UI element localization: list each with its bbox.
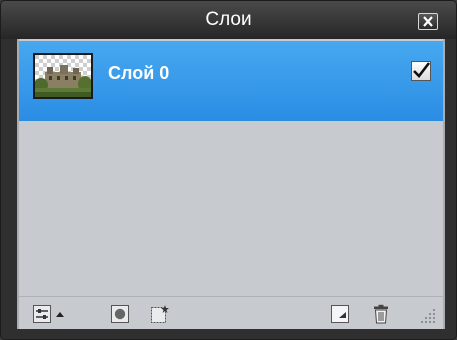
panel-titlebar[interactable]: Слои xyxy=(1,1,456,39)
layers-panel: Слои Слой 0 xyxy=(0,0,457,340)
add-layer-mask-button[interactable] xyxy=(110,304,130,324)
layer-row[interactable]: Слой 0 xyxy=(19,41,443,121)
layers-empty-area[interactable] xyxy=(19,121,443,297)
delete-layer-icon xyxy=(374,304,388,324)
options-menu-arrow[interactable] xyxy=(54,304,66,324)
panel-toolbar xyxy=(19,297,443,329)
adjustment-layer-icon xyxy=(151,305,169,323)
layer-options-button[interactable] xyxy=(32,304,52,324)
checkmark-icon xyxy=(413,62,431,78)
layer-options-icon xyxy=(33,305,51,323)
delete-layer-button[interactable] xyxy=(371,304,391,324)
layer-thumbnail xyxy=(33,53,93,99)
panel-title: Слои xyxy=(205,9,252,30)
layer-name: Слой 0 xyxy=(108,63,170,83)
layer-visibility-checkbox[interactable] xyxy=(411,61,431,81)
layer-mask-icon xyxy=(111,305,129,323)
layers-list: Слой 0 xyxy=(17,39,445,329)
resize-grip[interactable] xyxy=(419,307,437,325)
new-layer-icon xyxy=(331,305,349,323)
add-adjustment-layer-button[interactable] xyxy=(150,304,170,324)
close-button[interactable] xyxy=(418,13,438,30)
panel-bottom-border xyxy=(1,329,456,339)
expand-arrow-icon xyxy=(56,312,64,317)
new-layer-button[interactable] xyxy=(330,304,350,324)
resize-grip-icon xyxy=(421,309,435,323)
close-icon xyxy=(423,16,433,27)
